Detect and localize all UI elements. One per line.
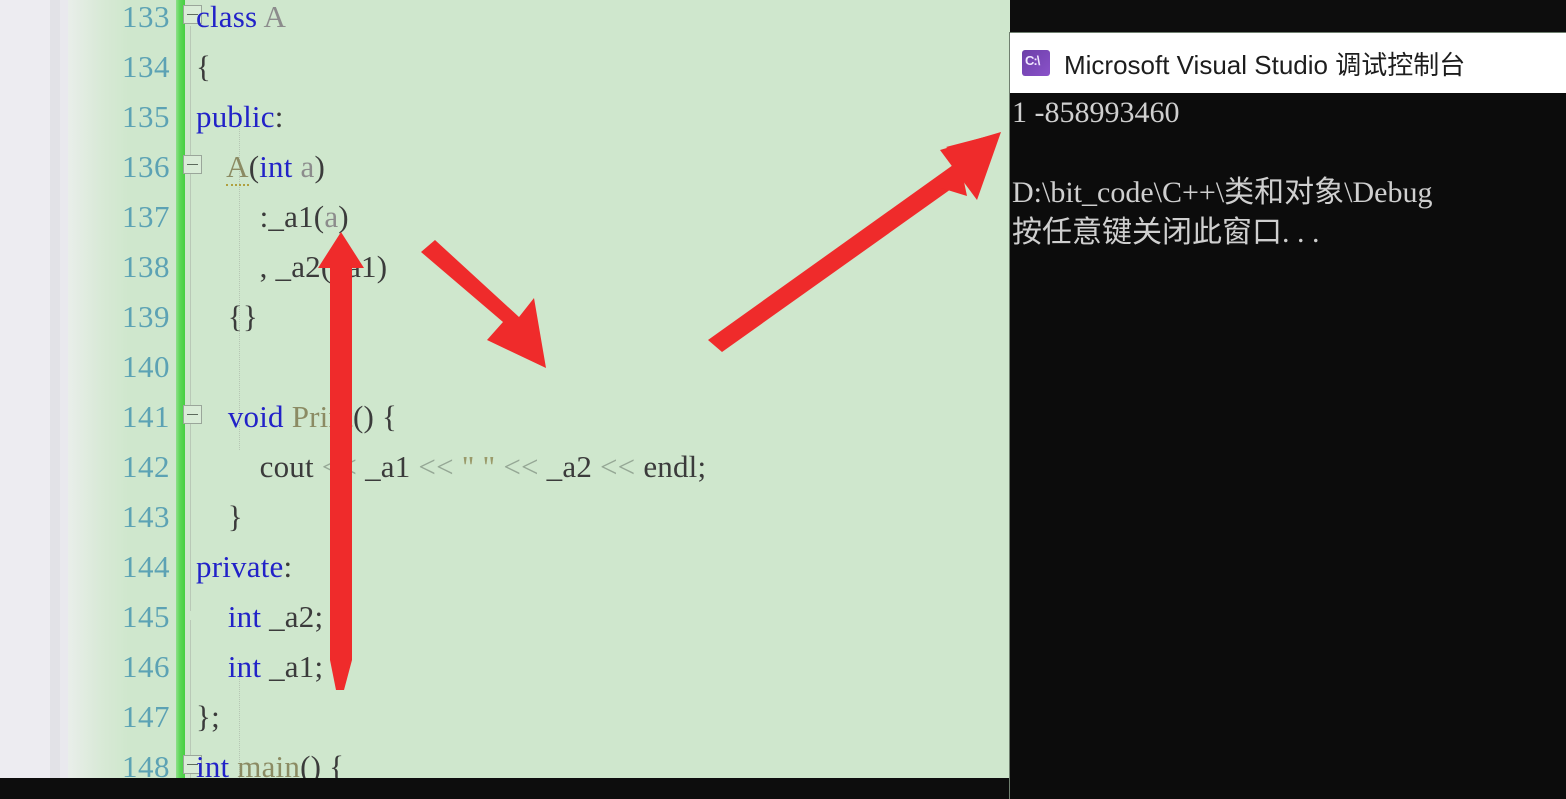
code-text: cout << _a1 << " " << _a2 << endl; xyxy=(259,449,707,484)
code-editor-pane[interactable]: 133 class A 134{135 public: 136 A(int a) 137 … xyxy=(0,0,1010,778)
code-line[interactable]: 137 :_a1(a) xyxy=(0,192,1010,242)
code-line[interactable]: 148 int main() { xyxy=(0,742,1010,778)
line-number: 134 xyxy=(122,49,170,84)
code-line[interactable]: 141 void Print() { xyxy=(0,392,1010,442)
code-line[interactable]: 138 , _a2(_a1) xyxy=(0,242,1010,292)
line-number: 140 xyxy=(122,349,170,384)
code-text: A(int a) xyxy=(226,149,325,186)
screen-root: 133 class A 134{135 public: 136 A(int a) 137 … xyxy=(0,0,1566,799)
line-number: 144 xyxy=(122,549,170,584)
code-line[interactable]: 133 class A xyxy=(0,0,1010,42)
line-number: 142 xyxy=(122,449,170,484)
code-text: int _a2; xyxy=(227,599,324,634)
code-text: class A xyxy=(196,0,287,34)
code-line[interactable]: 143 } xyxy=(0,492,1010,542)
line-number: 135 xyxy=(122,99,170,134)
code-line[interactable]: 147}; xyxy=(0,692,1010,742)
code-line[interactable]: 144 private: xyxy=(0,542,1010,592)
code-line[interactable]: 134 { xyxy=(0,42,1010,92)
code-line[interactable]: 139 {} xyxy=(0,292,1010,342)
line-number: 137 xyxy=(122,199,170,234)
line-number: 141 xyxy=(122,399,170,434)
code-text: public: xyxy=(196,99,284,134)
console-title-text: Microsoft Visual Studio 调试控制台 xyxy=(1064,49,1466,80)
code-line[interactable]: 140 xyxy=(0,342,1010,392)
console-output-line: 按任意键关闭此窗口. . . xyxy=(1012,216,1320,249)
code-text: int main() { xyxy=(196,749,345,778)
code-text: { xyxy=(196,49,212,84)
line-number: 143 xyxy=(122,499,170,534)
code-line[interactable]: 135 public: xyxy=(0,92,1010,142)
console-output-area[interactable]: 1 -858993460 D:\bit_code\C++\类和对象\Debug 按任… xyxy=(1010,93,1566,799)
line-number: 139 xyxy=(122,299,170,334)
line-number: 148 xyxy=(122,749,170,778)
code-text: :_a1(a) xyxy=(196,199,349,234)
code-line[interactable]: 136 A(int a) xyxy=(0,142,1010,192)
console-title-bar[interactable]: Microsoft Visual Studio 调试控制台 xyxy=(1010,33,1566,93)
debug-console-window[interactable]: Microsoft Visual Studio 调试控制台 1 -8589934… xyxy=(1010,33,1566,799)
line-number: 147 xyxy=(122,699,170,734)
code-text: , _a2(_a1) xyxy=(196,249,388,284)
code-line-list: 133 class A 134{135 public: 136 A(int a) 137 … xyxy=(0,0,1010,778)
code-text: {} xyxy=(196,299,258,334)
line-number: 145 xyxy=(122,599,170,634)
line-number: 133 xyxy=(122,0,170,34)
code-text: void Print() { xyxy=(227,399,398,434)
line-number: 138 xyxy=(122,249,170,284)
line-number: 136 xyxy=(122,149,170,184)
code-line[interactable]: 146 int _a1; xyxy=(0,642,1010,692)
console-window-icon xyxy=(1022,50,1050,76)
code-text: private: xyxy=(196,549,293,584)
console-output-line: D:\bit_code\C++\类和对象\Debug xyxy=(1012,176,1433,209)
code-text: }; xyxy=(196,699,220,734)
code-line[interactable]: 145 int _a2; xyxy=(0,592,1010,642)
code-text: } xyxy=(196,499,243,534)
line-number: 146 xyxy=(122,649,170,684)
code-line[interactable]: 142 cout << _a1 << " " << _a2 << endl; xyxy=(0,442,1010,492)
code-text: int _a1; xyxy=(227,649,324,684)
console-output-line: 1 -858993460 xyxy=(1012,96,1180,129)
